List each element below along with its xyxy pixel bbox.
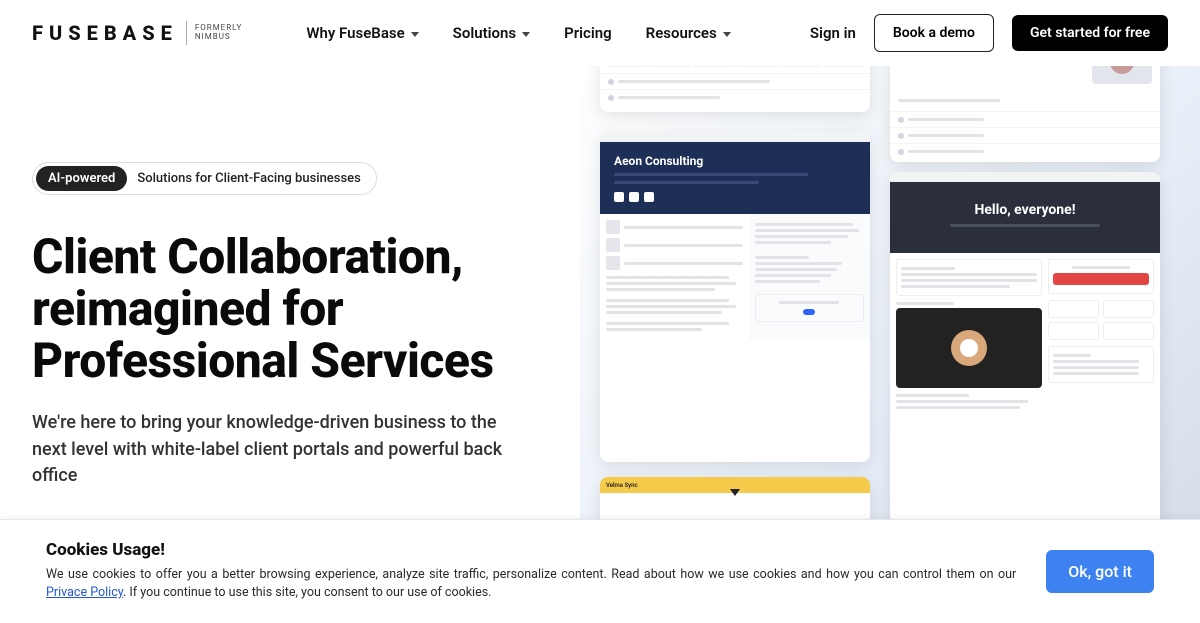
cookie-text-block: Cookies Usage! We use cookies to offer y… (46, 540, 1016, 604)
cookie-title: Cookies Usage! (46, 540, 1016, 560)
logo-sublabel-2: NIMBUS (195, 33, 243, 42)
cookie-desc: We use cookies to offer you a better bro… (46, 566, 1016, 604)
nav-item-label: Solutions (453, 24, 516, 42)
hero-headline: Client Collaboration, reimagined for Pro… (32, 231, 552, 386)
ai-powered-pill: AI-powered (36, 166, 127, 191)
chevron-down-icon (411, 32, 419, 37)
preview-card-title: Aeon Consulting (614, 154, 856, 168)
cookie-text-2: . If you continue to use this site, you … (123, 585, 491, 600)
logo-wordmark: FUSEBASE (32, 21, 178, 45)
top-nav: FUSEBASE FORMERLY NIMBUS Why FuseBase So… (0, 0, 1200, 66)
chevron-down-icon (723, 32, 731, 37)
get-started-button[interactable]: Get started for free (1012, 15, 1168, 51)
chevron-down-icon (522, 32, 530, 37)
nav-item-pricing[interactable]: Pricing (564, 24, 612, 42)
cookie-text-1: We use cookies to offer you a better bro… (46, 567, 1016, 582)
preview-card-label: Velma Sync (606, 482, 638, 489)
hero-subtext: We're here to bring your knowledge-drive… (32, 410, 522, 488)
logo-sublabel: FORMERLY NIMBUS (195, 24, 243, 42)
nav-item-label: Why FuseBase (306, 24, 404, 42)
sign-in-link[interactable]: Sign in (810, 24, 856, 42)
privacy-policy-link[interactable]: Privace Policy (46, 585, 123, 600)
nav-item-resources[interactable]: Resources (646, 24, 731, 42)
preview-card-greeting: Hello, everyone! (974, 202, 1075, 218)
hero-pill-text: Solutions for Client-Facing businesses (137, 171, 372, 186)
hero-headline-line: Professional Services (32, 335, 552, 387)
cookie-accept-button[interactable]: Ok, got it (1046, 550, 1154, 593)
logo[interactable]: FUSEBASE FORMERLY NIMBUS (32, 21, 242, 45)
preview-card-hello: Hello, everyone! (890, 172, 1160, 532)
hero-pill-group: AI-powered Solutions for Client-Facing b… (32, 162, 377, 195)
nav-actions: Sign in Book a demo Get started for free (810, 14, 1168, 52)
nav-menu: Why FuseBase Solutions Pricing Resources (306, 24, 730, 42)
hero-headline-line: reimagined for (32, 283, 552, 335)
preview-card-aeon: Aeon Consulting (600, 132, 870, 462)
hero-copy: AI-powered Solutions for Client-Facing b… (32, 162, 552, 489)
nav-item-solutions[interactable]: Solutions (453, 24, 530, 42)
hero-preview-collage: Aeon Consulting (580, 32, 1200, 592)
book-demo-button[interactable]: Book a demo (874, 14, 994, 52)
nav-item-label: Resources (646, 24, 717, 42)
hero-headline-line: Client Collaboration, (32, 231, 552, 283)
cookie-banner: Cookies Usage! We use cookies to offer y… (0, 519, 1200, 623)
nav-item-label: Pricing (564, 24, 612, 42)
logo-separator (186, 21, 187, 45)
nav-item-why[interactable]: Why FuseBase (306, 24, 418, 42)
